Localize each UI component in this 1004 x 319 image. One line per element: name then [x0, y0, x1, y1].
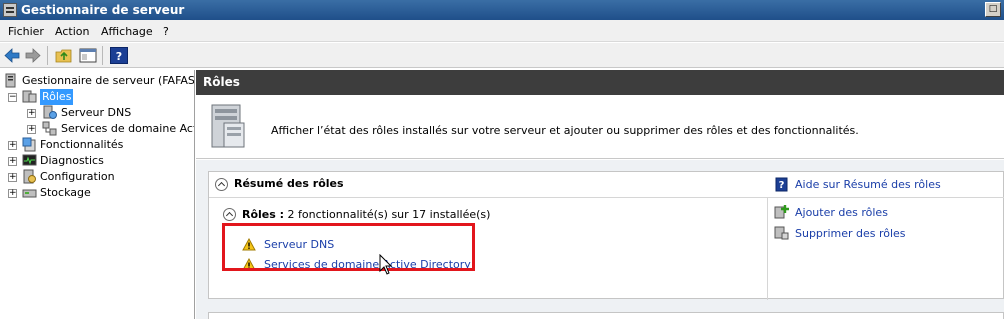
roles-label: Rôles : [242, 208, 285, 221]
roles-count-text: 2 fonctionnalité(s) sur 17 installée(s) [284, 208, 491, 221]
configuration-icon [23, 169, 36, 184]
window-title: Gestionnaire de serveur [21, 3, 185, 17]
tree-label: Fonctionnalités [40, 138, 124, 151]
back-arrow-icon[interactable] [3, 47, 21, 64]
tree-node-configuration[interactable]: + Configuration [0, 169, 194, 185]
roles-icon [22, 90, 37, 103]
collapse-icon[interactable]: − [8, 93, 17, 102]
summary-area: Résumé des rôles ? Aide sur Résumé des r… [196, 160, 1004, 319]
panel-header: Résumé des rôles ? Aide sur Résumé des r… [209, 172, 1004, 198]
tree-node-storage[interactable]: + Stockage [0, 185, 194, 201]
highlight-box [222, 223, 475, 271]
divider [767, 198, 768, 300]
next-panel [208, 312, 1004, 319]
summary-help-link[interactable]: Aide sur Résumé des rôles [795, 178, 941, 191]
toolbar-separator [47, 46, 48, 65]
server-illustration-icon [211, 104, 245, 148]
expand-icon[interactable]: + [8, 189, 17, 198]
help-book-icon: ? [775, 177, 788, 192]
tree-label: Rôles [40, 89, 74, 105]
tree-label: Configuration [40, 170, 115, 183]
toolbar: ? [0, 43, 1004, 68]
tree-node-features[interactable]: + Fonctionnalités [0, 137, 194, 153]
toolbar-separator [102, 46, 103, 65]
details-pane: Rôles Afficher l’état des rôles installé… [196, 70, 1004, 319]
roles-count: Rôles : 2 fonctionnalité(s) sur 17 insta… [242, 208, 490, 221]
intro-text: Afficher l’état des rôles installés sur … [271, 124, 859, 137]
expand-icon[interactable]: + [8, 157, 17, 166]
collapse-roles-icon[interactable] [223, 208, 236, 221]
expand-icon[interactable]: + [27, 109, 36, 118]
menu-action[interactable]: Action [55, 25, 89, 38]
dns-server-icon [43, 105, 57, 119]
panel-title: Résumé des rôles [234, 177, 344, 190]
page-title: Rôles [196, 70, 1004, 95]
tree-label: Services de domaine Active [61, 122, 194, 135]
title-bar: Gestionnaire de serveur □ [0, 0, 1004, 20]
maximize-button[interactable]: □ [985, 2, 1001, 17]
remove-roles-icon [774, 226, 789, 240]
active-directory-icon [42, 121, 57, 136]
tree-node-server-manager[interactable]: Gestionnaire de serveur (FAFASER [0, 73, 195, 89]
add-roles-link[interactable]: Ajouter des rôles [795, 206, 888, 219]
diagnostics-icon [22, 154, 37, 166]
expand-icon[interactable]: + [8, 141, 17, 150]
tree-node-diagnostics[interactable]: + Diagnostics [0, 153, 194, 169]
up-folder-icon[interactable] [55, 47, 73, 64]
menu-bar: Fichier Action Affichage ? [0, 20, 1004, 42]
help-icon[interactable]: ? [110, 47, 128, 64]
expand-icon[interactable]: + [8, 173, 17, 182]
tree-node-roles[interactable]: − Rôles [0, 89, 194, 105]
intro-banner: Afficher l’état des rôles installés sur … [196, 95, 1004, 159]
svg-text:?: ? [779, 180, 785, 191]
tree-label: Diagnostics [40, 154, 104, 167]
tree-node-dns[interactable]: + Serveur DNS [0, 105, 194, 121]
storage-icon [22, 189, 37, 198]
collapse-section-icon[interactable] [215, 178, 228, 191]
expand-icon[interactable]: + [27, 125, 36, 134]
remove-roles-link[interactable]: Supprimer des rôles [795, 227, 906, 240]
tree-label: Gestionnaire de serveur (FAFASER [22, 74, 195, 87]
menu-affichage[interactable]: Affichage [101, 25, 153, 38]
show-hide-console-tree-icon[interactable] [79, 47, 97, 64]
forward-arrow-icon[interactable] [24, 47, 42, 64]
mouse-cursor-icon [379, 254, 393, 275]
tree-label: Stockage [40, 186, 91, 199]
menu-fichier[interactable]: Fichier [8, 25, 44, 38]
tree-node-active-directory[interactable]: + Services de domaine Active [0, 121, 194, 137]
console-tree: Gestionnaire de serveur (FAFASER − Rôles… [0, 70, 195, 319]
add-roles-icon [774, 205, 789, 219]
server-manager-icon [5, 73, 16, 88]
roles-summary-panel: Résumé des rôles ? Aide sur Résumé des r… [208, 171, 1004, 300]
features-icon [22, 137, 36, 152]
server-manager-icon [3, 3, 17, 17]
tree-label: Serveur DNS [61, 106, 132, 119]
menu-help[interactable]: ? [163, 25, 169, 38]
